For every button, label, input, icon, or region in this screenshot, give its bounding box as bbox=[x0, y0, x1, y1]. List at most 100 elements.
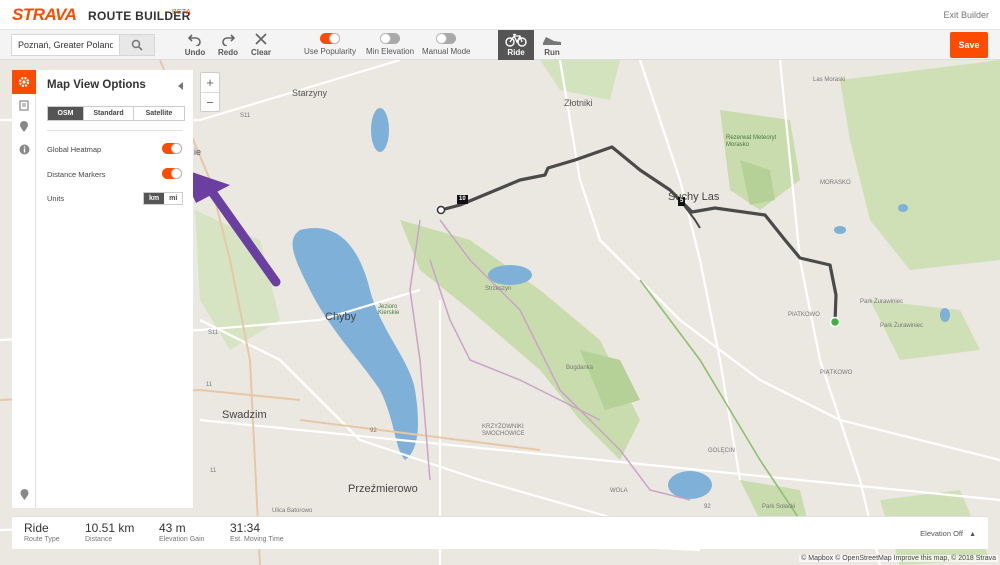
toggle-switch-on[interactable] bbox=[320, 33, 341, 44]
collapse-panel-icon[interactable] bbox=[178, 82, 183, 90]
toggle-switch-off[interactable] bbox=[380, 33, 401, 44]
units-selector: km mi bbox=[143, 192, 184, 205]
stat-caption: Distance bbox=[85, 536, 113, 543]
units-km[interactable]: km bbox=[144, 193, 165, 204]
search-button[interactable] bbox=[119, 34, 155, 56]
ride-sport-button[interactable]: Ride bbox=[498, 30, 534, 60]
map-label: Bogdanka bbox=[566, 365, 594, 371]
help-tab[interactable] bbox=[12, 484, 36, 506]
undo-button[interactable]: Undo bbox=[178, 32, 212, 57]
gear-icon bbox=[18, 76, 30, 88]
global-heatmap-label: Global Heatmap bbox=[47, 145, 102, 154]
pond bbox=[834, 226, 846, 234]
route-details-tab[interactable] bbox=[12, 94, 36, 116]
location-search-input[interactable] bbox=[11, 34, 119, 56]
undo-label: Undo bbox=[184, 48, 206, 57]
map-label: PIATKOWO bbox=[788, 312, 820, 318]
map-attribution[interactable]: © Mapbox © OpenStreetMap Improve this ma… bbox=[799, 555, 998, 562]
zoom-out-button[interactable]: − bbox=[201, 93, 219, 113]
run-label: Run bbox=[544, 48, 560, 57]
distance-marker-10: 10 bbox=[457, 195, 468, 204]
stat-distance: 10.51 km Distance bbox=[85, 521, 134, 543]
pond bbox=[940, 308, 950, 322]
map-label: Park Sołacki bbox=[762, 504, 796, 510]
map-label: Jezioro Kierskie bbox=[378, 304, 400, 316]
map-type-selector: OSM Standard Satellite bbox=[47, 106, 185, 121]
map-label: ie bbox=[194, 147, 202, 157]
map-label: Rezerwat Meteoryt Morasko bbox=[726, 135, 777, 148]
units-label: Units bbox=[47, 194, 65, 203]
panel-title: Map View Options bbox=[47, 79, 146, 91]
map-label: Park Żurawiniec bbox=[860, 299, 904, 305]
global-heatmap-toggle[interactable] bbox=[162, 143, 182, 154]
zoom-controls: + − bbox=[200, 72, 220, 112]
beta-badge: BETA bbox=[172, 9, 191, 16]
chevron-up-icon: ▲ bbox=[969, 531, 976, 538]
undo-icon bbox=[188, 34, 201, 46]
map-label: Przeźmierowo bbox=[348, 483, 418, 495]
redo-label: Redo bbox=[218, 48, 238, 57]
save-button[interactable]: Save bbox=[950, 32, 988, 58]
map-pin-icon bbox=[20, 121, 28, 132]
stat-value: 10.51 km bbox=[85, 521, 135, 535]
side-rail bbox=[12, 70, 36, 508]
settings-tab[interactable] bbox=[12, 70, 36, 94]
close-icon bbox=[255, 33, 267, 45]
stat-moving-time: 31:34 Est. Moving Time bbox=[230, 521, 284, 543]
lake bbox=[488, 265, 532, 285]
road-label: 92 bbox=[704, 504, 711, 510]
route-end-point[interactable] bbox=[436, 205, 446, 215]
map-label: Swadzim bbox=[222, 409, 267, 421]
document-icon bbox=[19, 99, 29, 111]
search-icon bbox=[131, 39, 143, 51]
road-label: S11 bbox=[208, 330, 219, 336]
location-tab[interactable] bbox=[12, 116, 36, 138]
distance-markers-toggle[interactable] bbox=[162, 168, 182, 179]
min-elevation-toggle[interactable]: Min Elevation bbox=[366, 33, 414, 56]
use-popularity-label: Use Popularity bbox=[304, 47, 357, 56]
use-popularity-toggle[interactable]: Use Popularity bbox=[304, 33, 356, 56]
pond bbox=[898, 204, 908, 212]
clear-button[interactable]: Clear bbox=[244, 32, 278, 57]
redo-button[interactable]: Redo bbox=[211, 32, 245, 57]
exit-builder-link[interactable]: Exit Builder bbox=[943, 10, 989, 20]
stat-caption: Elevation Gain bbox=[159, 536, 205, 543]
pin-alert-icon bbox=[20, 489, 28, 500]
info-tab[interactable] bbox=[12, 138, 36, 160]
road-label: 11 bbox=[206, 382, 213, 388]
map-type-osm[interactable]: OSM bbox=[48, 107, 84, 120]
clear-label: Clear bbox=[250, 48, 271, 57]
redo-icon bbox=[222, 34, 235, 46]
map-label: KRZYŻOWNIKI SMOCHOWICE bbox=[482, 424, 525, 437]
stat-elevation-gain: 43 m Elevation Gain bbox=[159, 521, 205, 543]
stat-route-type: Ride Route Type bbox=[24, 521, 60, 543]
zoom-in-button[interactable]: + bbox=[201, 73, 219, 93]
map-label: Las Moraski bbox=[813, 77, 846, 83]
info-icon bbox=[19, 144, 29, 154]
run-sport-button[interactable]: Run bbox=[534, 30, 570, 60]
toggle-switch-off[interactable] bbox=[436, 33, 457, 44]
map-type-satellite[interactable]: Satellite bbox=[134, 107, 184, 120]
elevation-toggle[interactable]: Elevation Off ▲ bbox=[920, 529, 976, 538]
map-label: Chyby bbox=[325, 311, 357, 323]
road-label: S11 bbox=[240, 113, 251, 119]
route-start-point[interactable] bbox=[829, 316, 841, 328]
manual-mode-toggle[interactable]: Manual Mode bbox=[422, 33, 470, 56]
map-label: Park Żurawiniec bbox=[880, 323, 924, 329]
map-label: Starzyny bbox=[292, 88, 328, 98]
units-mi[interactable]: mi bbox=[164, 193, 182, 204]
map-label: MORASKO bbox=[820, 180, 851, 186]
ride-label: Ride bbox=[507, 48, 525, 57]
road-label: 11 bbox=[210, 468, 217, 474]
distance-marker-5: 5 bbox=[678, 197, 686, 206]
stat-value: Ride bbox=[24, 521, 49, 535]
map-type-standard[interactable]: Standard bbox=[84, 107, 134, 120]
map-label: Strzeszyn bbox=[485, 286, 512, 292]
top-header: STRAVA ROUTE BUILDER BETA Exit Builder bbox=[0, 0, 1000, 30]
map-label: WOLA bbox=[610, 488, 628, 494]
map-label: GOLĘCIN bbox=[708, 448, 736, 454]
distance-markers-label: Distance Markers bbox=[47, 170, 106, 179]
strava-logo[interactable]: STRAVA bbox=[12, 5, 77, 25]
running-shoe-icon bbox=[543, 37, 561, 45]
bicycle-icon bbox=[505, 33, 527, 47]
